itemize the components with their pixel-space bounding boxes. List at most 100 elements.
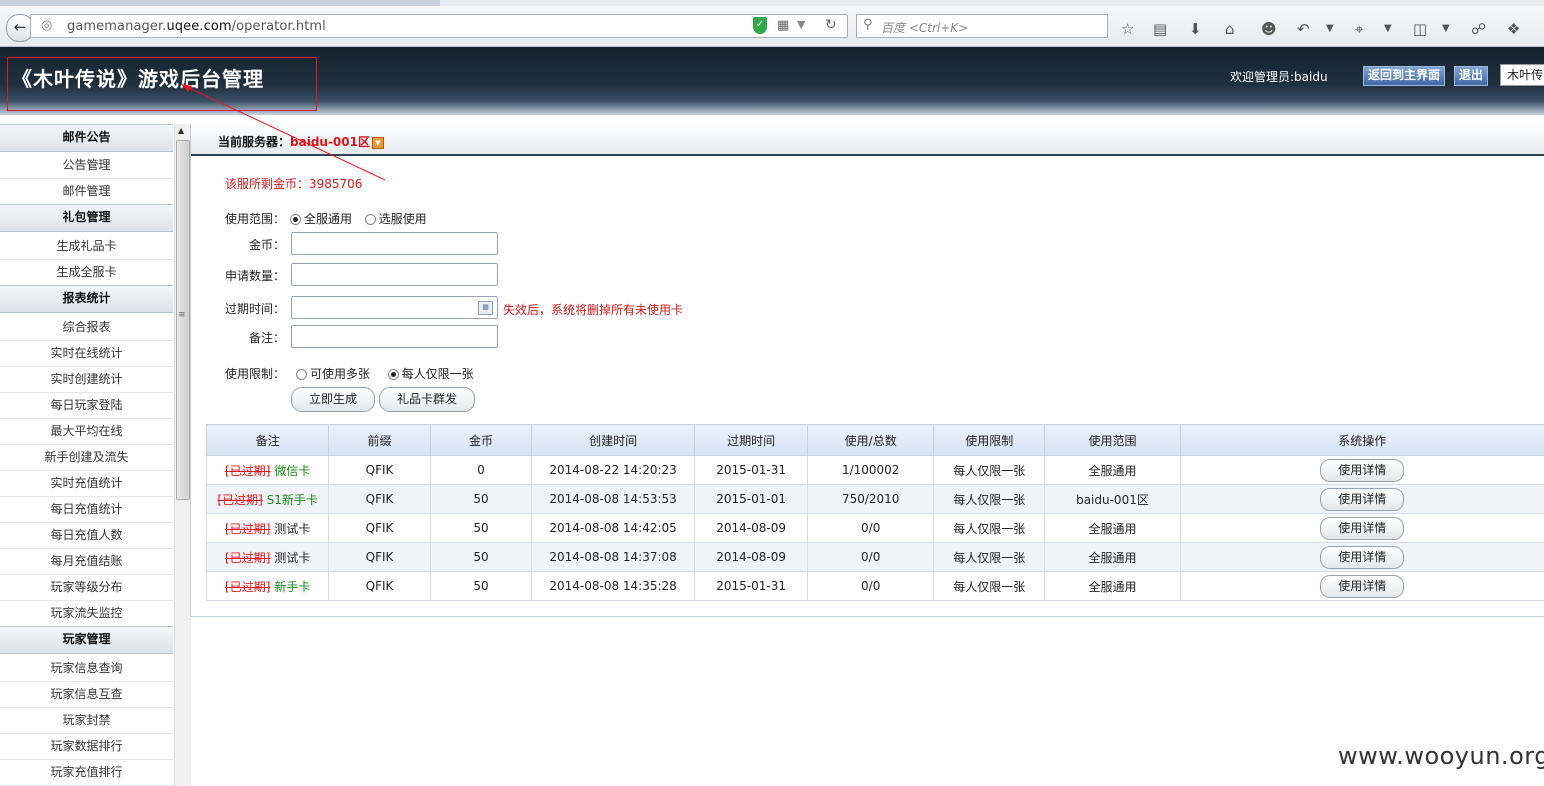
scroll-up-icon[interactable]: ▲ [178, 126, 184, 135]
bookmark-star-icon[interactable]: ☆ [1121, 20, 1134, 38]
server-label-text: 当前服务器： [218, 135, 291, 149]
col-header-usage[interactable]: 使用/总数 [807, 424, 935, 456]
scope-select-label[interactable]: 选服使用 [379, 212, 427, 226]
col-header-created[interactable]: 创建时间 [531, 424, 696, 456]
mass-send-button[interactable]: 礼品卡群发 [379, 387, 475, 412]
limit-multi-label[interactable]: 可使用多张 [310, 367, 370, 381]
chevron-down-icon[interactable]: ▼ [1442, 23, 1450, 34]
qr-code-icon[interactable]: ▦ [777, 18, 789, 33]
sidebar-item-gift-card[interactable]: 生成礼品卡 [0, 233, 173, 260]
quantity-input[interactable] [291, 263, 498, 286]
address-bar[interactable]: ◎ gamemanager.uqee.com/operator.html ✓ ▦… [30, 14, 848, 38]
sidebar-item-report-1[interactable]: 实时在线统计 [0, 340, 173, 367]
undo-icon[interactable]: ↶ [1297, 20, 1310, 38]
gold-input[interactable] [291, 232, 498, 255]
cell-note: [已过期] 新手卡 [205, 571, 330, 601]
cell-prefix: QFIK [328, 484, 431, 514]
scope-all-radio[interactable] [290, 214, 301, 225]
sidebar-item-player-0[interactable]: 玩家信息查询 [0, 655, 173, 682]
sidebar-item-player-3[interactable]: 玩家数据排行 [0, 733, 173, 760]
usage-detail-button[interactable]: 使用详情 [1320, 516, 1405, 540]
reading-list-icon[interactable]: ▤ [1153, 20, 1167, 38]
extension-icon[interactable]: ❖ [1507, 20, 1520, 38]
cell-limit: 每人仅限一张 [933, 542, 1046, 572]
annotation-box [7, 57, 317, 111]
chevron-down-icon[interactable]: ▼ [1384, 23, 1392, 34]
col-header-prefix[interactable]: 前缀 [328, 424, 431, 456]
sidebar-item-notice[interactable]: 公告管理 [0, 152, 173, 179]
app-header: 《木叶传说》游戏后台管理 欢迎管理员:baidu 返回到主界面 退出 木叶传 [0, 47, 1544, 115]
cell-usage: 0/0 [807, 513, 935, 543]
usage-detail-button[interactable]: 使用详情 [1320, 458, 1405, 482]
search-bar[interactable]: ⚲ 百度 <Ctrl+K> [856, 14, 1108, 38]
sidebar-scrollbar[interactable]: ▲ ≡ [174, 124, 191, 786]
scope-select-radio[interactable] [364, 214, 376, 225]
sidebar-item-report-0[interactable]: 综合报表 [0, 314, 173, 341]
sidebar-group-report[interactable]: 报表统计 [0, 285, 173, 313]
generate-button[interactable]: 立即生成 [291, 387, 375, 412]
sidebar-item-report-11[interactable]: 玩家流失监控 [0, 600, 173, 627]
sidebar-item-report-3[interactable]: 每日玩家登陆 [0, 392, 173, 419]
reload-icon[interactable]: ↻ [825, 17, 837, 33]
sidebar-item-report-10[interactable]: 玩家等级分布 [0, 574, 173, 601]
chevron-down-icon[interactable]: ▼ [797, 18, 805, 31]
cell-expires: 2015-01-31 [694, 455, 809, 485]
sidebar-item-report-5[interactable]: 新手创建及流失 [0, 444, 173, 471]
sidebar-item-report-8[interactable]: 每日充值人数 [0, 522, 173, 549]
expire-input[interactable]: ▦ [291, 296, 498, 319]
download-icon[interactable]: ⬇ [1189, 20, 1202, 38]
game-select[interactable]: 木叶传 [1500, 64, 1544, 86]
sidebar-item-player-1[interactable]: 玩家信息互查 [0, 681, 173, 708]
chat-icon[interactable]: ☻ [1261, 20, 1277, 38]
home-icon[interactable]: ⌂ [1225, 20, 1235, 38]
col-header-expires[interactable]: 过期时间 [694, 424, 809, 456]
cell-gold: 50 [429, 513, 533, 543]
sidebar-item-report-6[interactable]: 实时充值统计 [0, 470, 173, 497]
back-to-main-button[interactable]: 返回到主界面 [1363, 66, 1446, 86]
col-header-scope[interactable]: 使用范围 [1044, 424, 1181, 456]
sidebar-item-global-card[interactable]: 生成全服卡 [0, 259, 173, 286]
limit-multi-radio[interactable] [296, 369, 307, 380]
gold-row: 金币： [191, 232, 511, 256]
logout-button[interactable]: 退出 [1454, 66, 1489, 86]
chevron-down-icon[interactable]: ▼ [1326, 23, 1334, 34]
usage-detail-button[interactable]: 使用详情 [1320, 574, 1405, 598]
sidebar-item-mail[interactable]: 邮件管理 [0, 178, 173, 205]
page-icon[interactable]: ◫ [1413, 20, 1427, 38]
col-header-gold[interactable]: 金币 [429, 424, 533, 456]
sidebar-group-gift[interactable]: 礼包管理 [0, 204, 173, 232]
col-header-limit[interactable]: 使用限制 [933, 424, 1046, 456]
cell-limit: 每人仅限一张 [933, 484, 1046, 514]
sidebar-item-report-9[interactable]: 每月充值结账 [0, 548, 173, 575]
scope-options: 全服通用 选服使用 [290, 210, 427, 227]
comment-icon[interactable]: ☍ [1471, 20, 1486, 38]
sidebar-group-mail[interactable]: 邮件公告 [0, 124, 173, 152]
cell-expires: 2015-01-31 [694, 571, 809, 601]
gold-label: 金币： [249, 238, 286, 252]
server-dropdown-icon[interactable]: ▼ [371, 136, 384, 149]
usage-detail-button[interactable]: 使用详情 [1320, 545, 1405, 569]
scope-all-label[interactable]: 全服通用 [304, 212, 352, 226]
scroll-thumb[interactable] [176, 140, 190, 500]
server-name[interactable]: baidu-001区 [290, 135, 370, 149]
scope-row: 使用范围： 全服通用 选服使用 [191, 206, 591, 230]
col-header-action[interactable]: 系统操作 [1179, 424, 1544, 456]
sidebar-item-report-4[interactable]: 最大平均在线 [0, 418, 173, 445]
note-input[interactable] [291, 325, 498, 348]
usage-detail-button[interactable]: 使用详情 [1320, 487, 1405, 511]
sidebar-item-report-7[interactable]: 每日充值统计 [0, 496, 173, 523]
cell-created: 2014-08-08 14:37:08 [531, 542, 696, 572]
sidebar-item-player-2[interactable]: 玩家封禁 [0, 707, 173, 734]
col-header-note[interactable]: 备注 [205, 424, 330, 456]
sidebar-item-report-2[interactable]: 实时创建统计 [0, 366, 173, 393]
cell-expires: 2014-08-09 [694, 513, 809, 543]
cell-gold: 50 [429, 542, 533, 572]
sidebar-group-player[interactable]: 玩家管理 [0, 626, 173, 654]
shield-icon[interactable]: ✓ [753, 17, 767, 34]
crop-icon[interactable]: ⌖ [1355, 20, 1363, 38]
calendar-icon[interactable]: ▦ [478, 301, 493, 315]
limit-one-label[interactable]: 每人仅限一张 [402, 367, 474, 381]
sidebar-item-player-4[interactable]: 玩家充值排行 [0, 759, 173, 786]
limit-one-radio[interactable] [387, 369, 399, 380]
server-label: 当前服务器：baidu-001区 ▼ [218, 133, 384, 150]
